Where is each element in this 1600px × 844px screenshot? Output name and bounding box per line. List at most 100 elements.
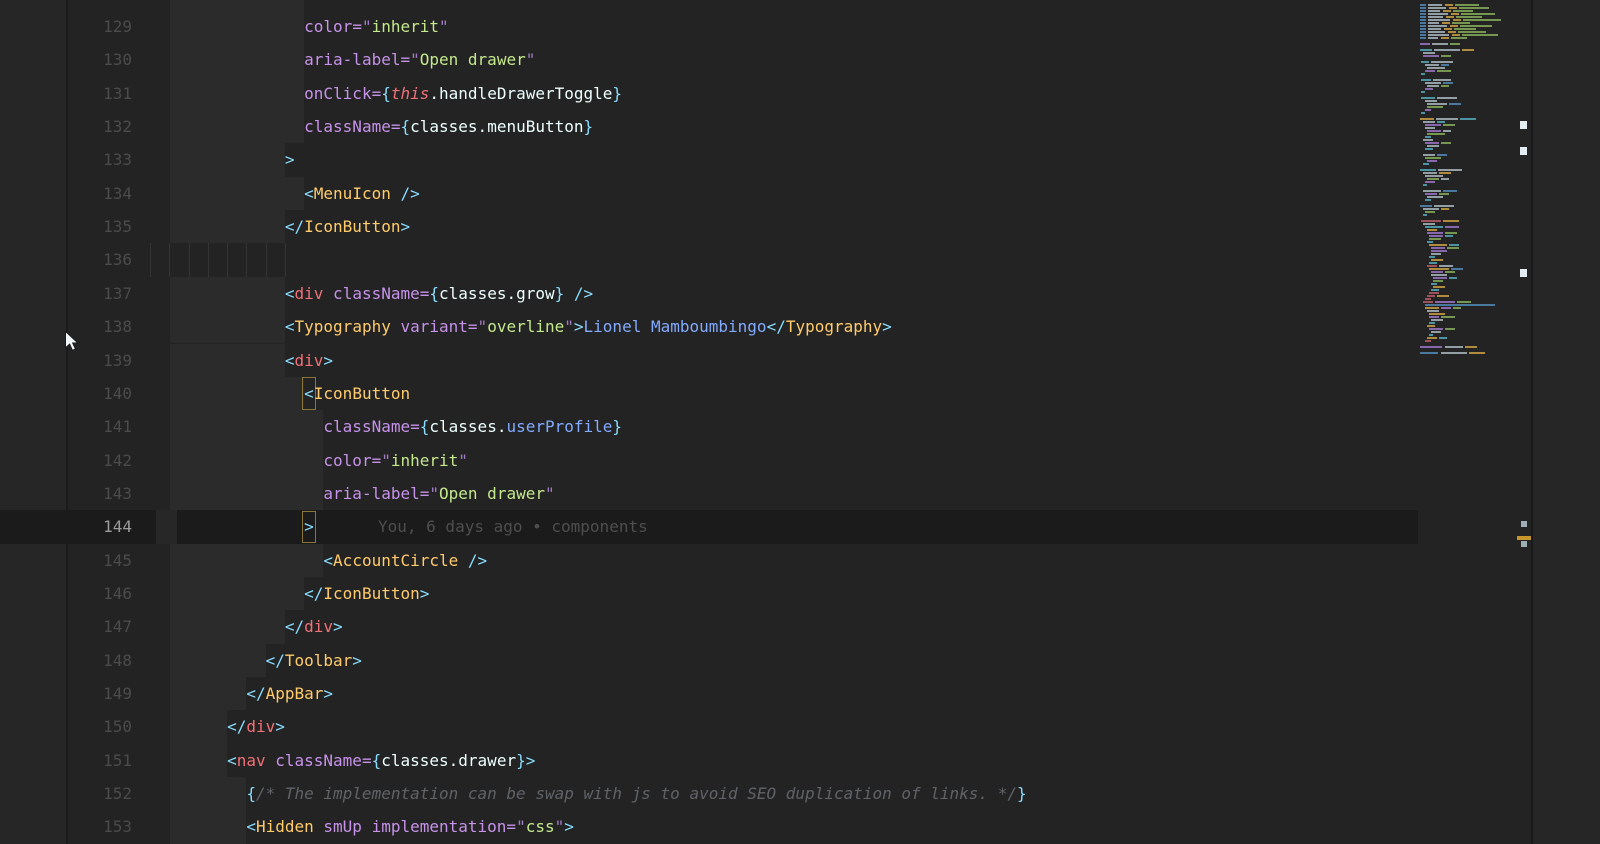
code-line[interactable]: 134 <MenuIcon /> <box>0 176 1418 211</box>
code-line[interactable]: 152 {/* The implementation can be swap wi… <box>0 777 1418 811</box>
minimap-line <box>1427 178 1439 181</box>
minimap[interactable] <box>1418 0 1517 844</box>
code-token: className <box>323 283 420 303</box>
code-line[interactable]: 144 > You, 6 days ago • components <box>0 510 1418 544</box>
code-line[interactable]: 142 color="inherit" <box>0 443 1418 477</box>
overview-ruler-marker[interactable] <box>1520 269 1527 277</box>
code-line[interactable]: 143 aria-label="Open drawer" <box>0 476 1418 511</box>
code-token: > <box>284 150 295 170</box>
overview-ruler[interactable] <box>1517 0 1531 844</box>
code-token: onClick <box>304 83 372 103</box>
code-line[interactable]: 153 <Hidden smUp implementation="css"> <box>0 810 1418 844</box>
code-token: inherit <box>390 450 459 470</box>
code-token: > <box>323 350 334 370</box>
code-line[interactable]: 141 className={classes.userProfile} <box>0 410 1418 444</box>
code-token: Typography <box>294 317 391 337</box>
code-token: " <box>525 50 536 70</box>
code-token: Typography <box>785 317 883 337</box>
minimap-line <box>1431 283 1437 286</box>
minimap-line <box>1441 37 1449 40</box>
minimap-line <box>1425 88 1433 91</box>
code-token: } <box>612 417 623 437</box>
minimap-line <box>1427 295 1435 298</box>
indent-highlight <box>170 176 305 211</box>
code-token: { <box>429 283 440 303</box>
minimap-line <box>1420 205 1432 208</box>
minimap-line <box>1429 235 1443 238</box>
minimap-line <box>1423 55 1439 58</box>
overview-ruler-marker[interactable] <box>1520 147 1527 155</box>
minimap-line <box>1450 25 1458 28</box>
indent-guide <box>265 243 267 277</box>
indent-highlight <box>170 10 305 44</box>
indent-highlight <box>170 110 305 144</box>
code-token: } <box>554 283 565 303</box>
code-line[interactable]: 139 <div> <box>0 343 1418 377</box>
code-line[interactable]: 129 color="inherit" <box>0 10 1418 44</box>
code-line[interactable]: 146 </IconButton> <box>0 576 1418 611</box>
code-line[interactable]: 151 <nav className={classes.drawer}> <box>0 743 1418 778</box>
code-line[interactable]: 137 <div className={classes.grow} /> <box>0 276 1418 311</box>
code-token: </ <box>766 317 786 337</box>
code-line[interactable]: 149 </AppBar> <box>0 677 1418 711</box>
overview-ruler-marker[interactable] <box>1521 521 1527 527</box>
code-line[interactable]: 148 </Toolbar> <box>0 643 1418 677</box>
code-token: Hidden <box>255 817 314 837</box>
minimap-line <box>1421 220 1441 223</box>
code-editor-window: 129 color="inherit" 130 aria-label="Open dr… <box>0 0 1600 844</box>
indent-guide <box>169 243 171 277</box>
code-line[interactable]: 130 aria-label="Open drawer" <box>0 43 1418 77</box>
code-line[interactable]: 133 > <box>0 143 1418 177</box>
minimap-line <box>1420 34 1426 37</box>
code-text: <IconButton <box>304 377 410 410</box>
minimap-line <box>1420 28 1426 31</box>
code-text: aria-label="Open drawer" <box>323 477 554 510</box>
minimap-line <box>1452 22 1470 25</box>
indent-highlight <box>170 810 247 844</box>
code-line[interactable]: 138 <Typography variant="overline">Lionel… <box>0 310 1418 344</box>
code-line[interactable]: 136 <box>0 243 1418 277</box>
code-token: AppBar <box>265 684 324 703</box>
code-token: className <box>304 117 391 137</box>
code-token: > <box>525 750 536 770</box>
minimap-line <box>1429 244 1447 247</box>
code-text: > <box>304 510 314 543</box>
code-line[interactable]: 147 </div> <box>0 610 1418 644</box>
minimap-line <box>1441 352 1467 355</box>
minimap-line <box>1443 130 1451 133</box>
minimap-line <box>1429 328 1443 331</box>
minimap-line <box>1427 241 1433 244</box>
minimap-line <box>1462 49 1474 52</box>
minimap-line <box>1420 346 1442 349</box>
overview-ruler-marker[interactable] <box>1521 541 1527 547</box>
line-number: 137 <box>103 283 132 303</box>
code-line[interactable]: 145 <AccountCircle /> <box>0 543 1418 577</box>
minimap-line <box>1443 220 1459 223</box>
code-line[interactable]: 150 </div> <box>0 710 1418 744</box>
minimap-line <box>1427 310 1439 313</box>
code-token: /* The implementation can be swap with j… <box>255 784 1017 804</box>
overview-ruler-marker[interactable] <box>1517 536 1531 540</box>
code-token: > <box>400 217 411 237</box>
code-line[interactable]: 131 onClick={this.handleDrawerToggle} <box>0 76 1418 111</box>
code-token: aria-label <box>323 483 420 503</box>
code-token: " <box>544 483 555 503</box>
minimap-line <box>1428 31 1445 34</box>
line-number: 151 <box>103 750 132 770</box>
minimap-line <box>1445 271 1455 274</box>
minimap-line <box>1420 16 1426 19</box>
indent-highlight <box>170 476 324 511</box>
minimap-line <box>1425 70 1435 73</box>
minimap-line <box>1427 67 1445 70</box>
code-token: > <box>564 817 574 837</box>
code-line[interactable]: 132 className={classes.menuButton} <box>0 110 1418 144</box>
code-text: className={classes.menuButton} <box>304 110 593 143</box>
overview-ruler-marker[interactable] <box>1520 121 1527 129</box>
code-line[interactable]: 140 <IconButton <box>0 376 1418 411</box>
minimap-line <box>1428 19 1450 22</box>
code-line[interactable]: 135 </IconButton> <box>0 210 1418 244</box>
indent-highlight <box>170 610 285 644</box>
line-number: 146 <box>103 583 132 603</box>
minimap-line <box>1461 13 1495 16</box>
minimap-line <box>1421 91 1425 94</box>
